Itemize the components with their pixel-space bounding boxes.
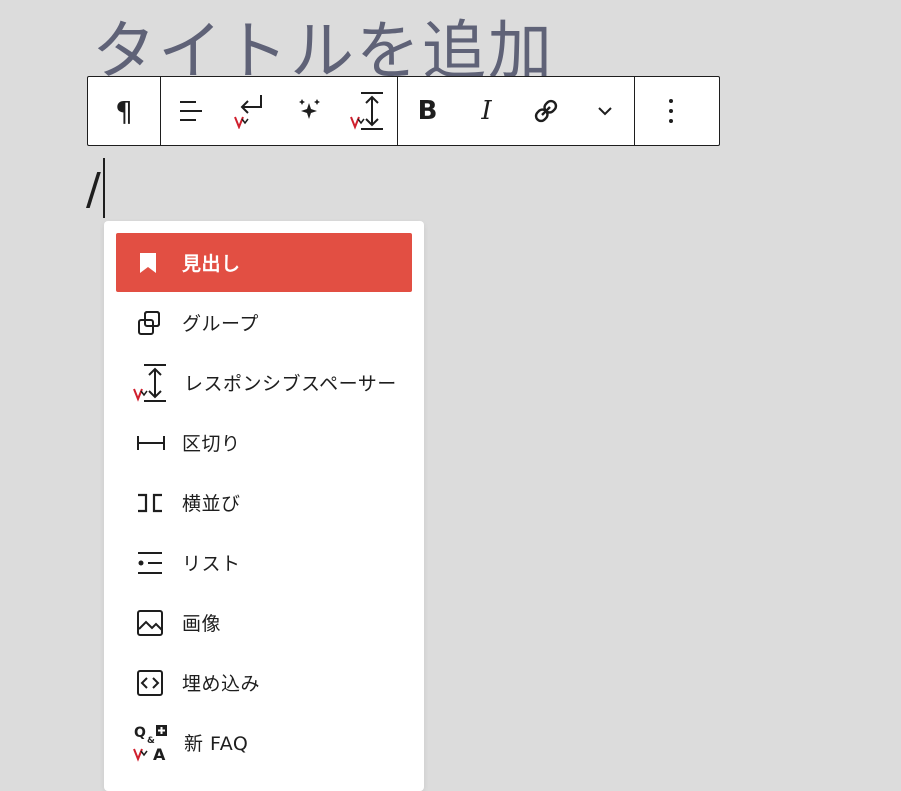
image-icon [136,603,176,643]
italic-icon: I [481,96,492,126]
faq-icon: Q & A [132,723,178,763]
row-icon [136,483,176,523]
menu-item-label: 横並び [182,493,241,515]
toolbar-group-format: B I [398,77,635,145]
more-formats-button[interactable] [575,77,634,145]
menu-item-label: 区切り [182,433,241,455]
post-title-placeholder[interactable]: タイトルを追加 [92,20,554,84]
menu-item-list[interactable]: リスト [116,533,412,592]
bold-button[interactable]: B [398,77,457,145]
menu-item-image[interactable]: 画像 [116,593,412,652]
block-toolbar: ¶ B I [87,76,720,146]
menu-item-embed[interactable]: 埋め込み [116,653,412,712]
ai-sparkle-button[interactable] [279,77,338,145]
sparkle-icon [298,99,320,119]
toolbar-group-options [635,77,707,145]
slash-inserter-menu: 見出し グループ レスポンシブスペーサー 区切り 横並び リスト 画像 埋め込み… [104,221,424,791]
menu-item-heading[interactable]: 見出し [116,233,412,292]
link-icon [534,99,557,123]
list-icon [136,543,176,583]
responsive-spacer-icon [132,363,178,403]
chevron-down-icon [597,107,612,116]
align-button[interactable] [161,77,220,145]
more-vertical-icon [669,99,673,123]
bold-icon: B [417,96,438,126]
group-icon [136,303,176,343]
responsive-spacer-button[interactable] [338,77,397,145]
menu-item-group[interactable]: グループ [116,293,412,352]
options-button[interactable] [635,77,707,145]
paragraph-icon: ¶ [115,94,133,128]
menu-item-faq[interactable]: Q & A 新 FAQ [116,713,412,772]
svg-text:Q: Q [134,725,146,741]
menu-item-label: 画像 [182,613,222,635]
menu-item-label: レスポンシブスペーサー [184,373,397,395]
line-break-icon [233,95,262,129]
separator-icon [136,423,176,463]
menu-item-label: 埋め込み [182,673,261,695]
toolbar-group-tools [161,77,398,145]
link-button[interactable] [516,77,575,145]
italic-button[interactable]: I [457,77,516,145]
line-break-button[interactable] [220,77,279,145]
menu-item-separator[interactable]: 区切り [116,413,412,472]
align-left-icon [179,101,202,121]
responsive-spacer-icon [349,92,383,130]
text-caret [103,158,105,218]
menu-item-responsive-spacer[interactable]: レスポンシブスペーサー [116,353,412,412]
svg-text:A: A [153,745,166,763]
menu-item-label: 見出し [182,253,241,275]
menu-item-label: グループ [182,313,259,335]
toolbar-group-block-type: ¶ [88,77,161,145]
bookmark-icon [136,243,176,283]
paragraph-block-button[interactable]: ¶ [88,77,160,145]
menu-item-label: リスト [182,553,241,575]
embed-icon [136,663,176,703]
menu-item-row[interactable]: 横並び [116,473,412,532]
menu-item-label: 新 FAQ [184,733,249,755]
paragraph-text[interactable]: / [86,162,101,218]
